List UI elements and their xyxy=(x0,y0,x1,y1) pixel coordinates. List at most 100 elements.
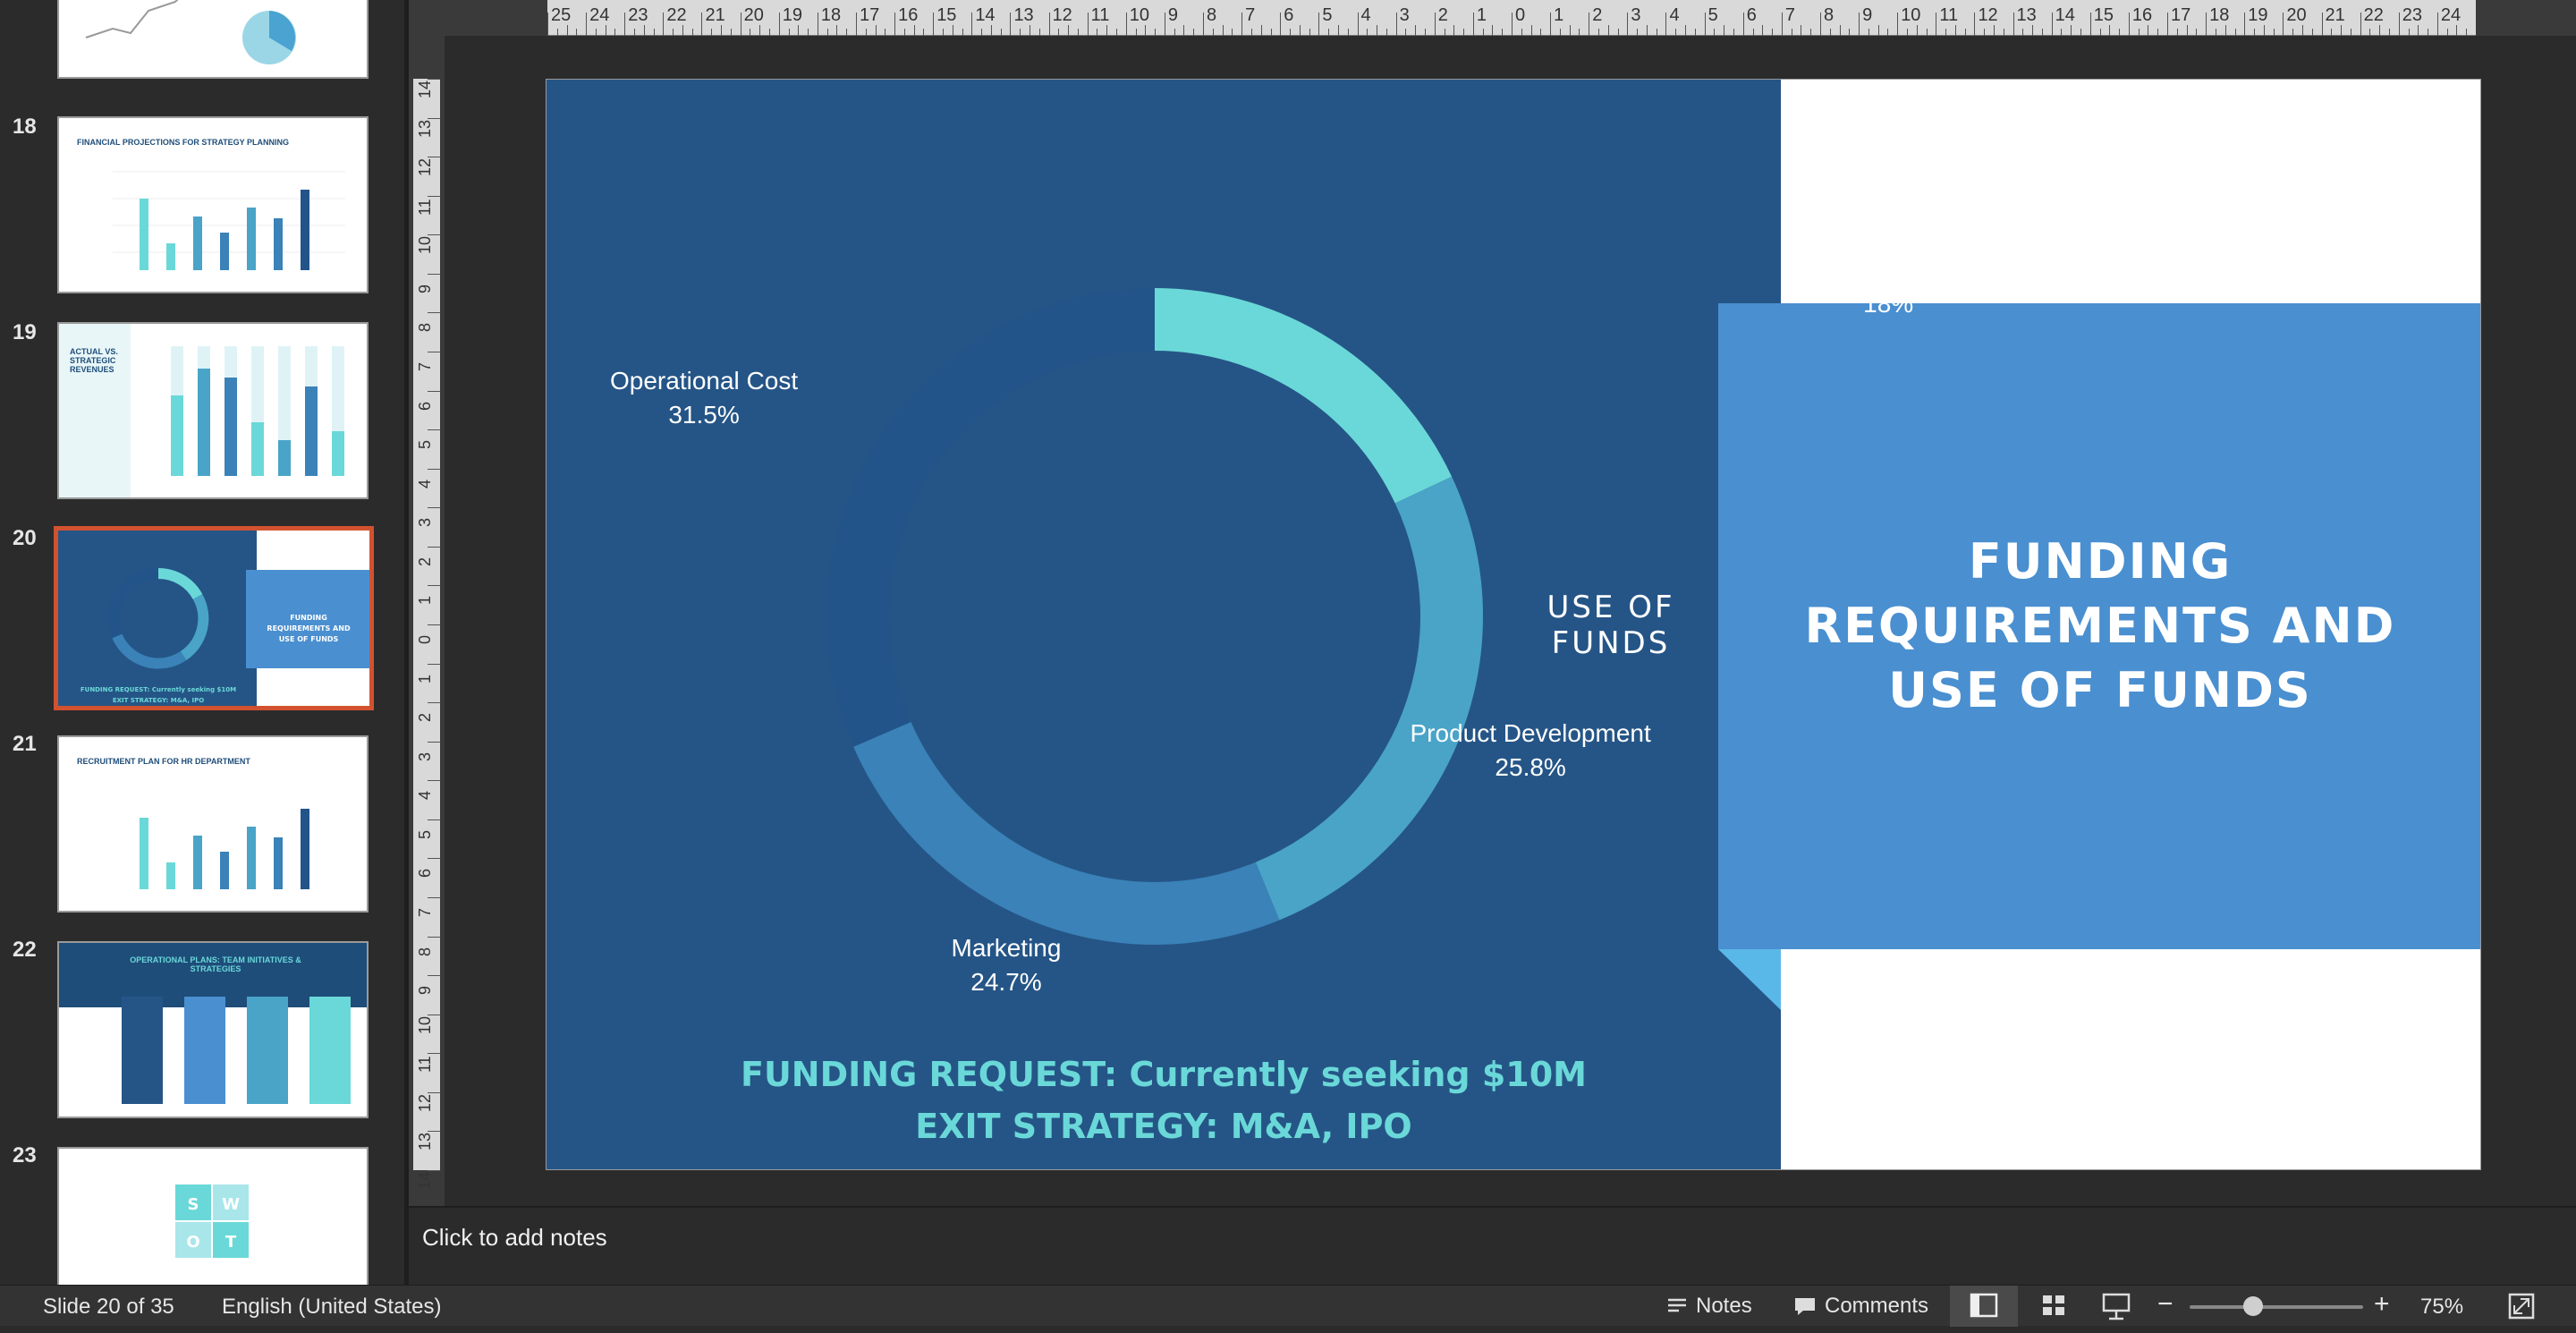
ruler-minor-tick xyxy=(981,29,983,36)
donut-slice-marketing[interactable] xyxy=(853,721,1280,945)
slide-sorter-button[interactable] xyxy=(2029,1286,2080,1327)
ruler-tick-label: 8 xyxy=(416,323,434,333)
slide-thumbnail-17[interactable] xyxy=(57,0,369,79)
status-bar: Slide 20 of 35 English (United States) N… xyxy=(0,1285,2576,1327)
notes-pane[interactable]: Click to add notes xyxy=(409,1206,2576,1285)
notes-button[interactable]: Notes xyxy=(1665,1289,1752,1323)
ruler-minor-tick xyxy=(673,29,674,36)
ruler-tick xyxy=(1203,13,1205,36)
ruler-tick-label: 14 xyxy=(416,80,434,98)
ruler-tick-label: 6 xyxy=(416,401,434,411)
zoom-slider[interactable] xyxy=(2190,1305,2363,1309)
ruler-tick xyxy=(2167,13,2169,36)
ruler-tick-label: 2 xyxy=(416,713,434,723)
ruler-minor-tick xyxy=(808,29,809,36)
ruler-minor-tick xyxy=(1752,29,1754,36)
normal-view-icon xyxy=(1970,1293,1998,1318)
ruler-tick xyxy=(2051,13,2053,36)
exit-strategy-text[interactable]: EXIT STRATEGY: M&A, IPO xyxy=(547,1107,1781,1146)
ruler-minor-tick xyxy=(2292,29,2294,36)
ruler-minor-tick xyxy=(885,29,886,36)
slide-thumbnail-19[interactable]: ACTUAL VS. STRATEGIC REVENUES xyxy=(57,322,369,499)
ruler-tick-label: 17 xyxy=(859,5,880,25)
donut-slice-operational-cost[interactable] xyxy=(826,288,1155,747)
ruler-minor-tick xyxy=(1405,29,1407,36)
ruler-tick-label: 11 xyxy=(1939,5,1959,25)
ruler-tick xyxy=(2012,13,2014,36)
svg-text:REQUIREMENTS AND: REQUIREMENTS AND xyxy=(267,624,351,633)
zoom-slider-handle[interactable] xyxy=(2243,1296,2263,1316)
ruler-tick xyxy=(586,13,588,36)
ruler-minor-tick xyxy=(1646,25,1648,36)
ruler-minor-tick xyxy=(942,29,944,36)
ruler-tick-label: 7 xyxy=(416,361,434,371)
funding-request-text[interactable]: FUNDING REQUEST: Currently seeking $10M xyxy=(547,1055,1781,1094)
ruler-minor-tick xyxy=(1877,25,1879,36)
ruler-tick xyxy=(855,13,857,36)
ruler-minor-tick xyxy=(1733,29,1734,36)
ruler-tick-label: 3 xyxy=(1399,5,1410,25)
donut-center-label: USE OF FUNDS xyxy=(1546,590,1675,661)
slide-thumbnail-21[interactable]: RECRUITMENT PLAN FOR HR DEPARTMENT xyxy=(57,735,369,913)
thumbnail-column xyxy=(247,997,288,1104)
zoom-in-button[interactable]: + xyxy=(2374,1289,2390,1320)
ruler-tick-label: 6 xyxy=(1284,5,1294,25)
slide-thumbnail-23[interactable]: S W O T xyxy=(57,1147,369,1285)
donut-slice-key-hires[interactable] xyxy=(1155,288,1453,504)
slide-number-18: 18 xyxy=(13,115,37,139)
ruler-minor-tick xyxy=(2176,29,2178,36)
donut-slice-product-development[interactable] xyxy=(1255,476,1483,921)
comments-button-label: Comments xyxy=(1825,1294,1929,1318)
ruler-minor-tick xyxy=(1887,29,1889,36)
ruler-minor-tick xyxy=(1810,29,1812,36)
ruler-tick-label: 9 xyxy=(416,284,434,293)
slideshow-button[interactable] xyxy=(2091,1286,2143,1327)
ruler-tick-label: 20 xyxy=(743,5,764,25)
zoom-out-button[interactable]: − xyxy=(2157,1289,2174,1320)
ruler-minor-tick xyxy=(1106,25,1108,36)
svg-text:EXIT STRATEGY: M&A, IPO: EXIT STRATEGY: M&A, IPO xyxy=(113,697,204,704)
ruler-tick-label: 7 xyxy=(416,907,434,917)
ruler-minor-tick xyxy=(798,25,800,36)
slide-number-21: 21 xyxy=(13,732,37,756)
ruler-tick xyxy=(428,390,440,392)
ruler-minor-tick xyxy=(595,29,597,36)
ruler-minor-tick xyxy=(1839,25,1841,36)
ruler-tick xyxy=(428,663,440,665)
ruler-minor-tick xyxy=(1984,29,1986,36)
ruler-tick xyxy=(1704,13,1706,36)
notes-placeholder[interactable]: Click to add notes xyxy=(422,1224,607,1252)
normal-view-button[interactable] xyxy=(1950,1286,2018,1327)
ruler-minor-tick xyxy=(691,29,693,36)
zoom-level[interactable]: 75% xyxy=(2420,1295,2463,1320)
ruler-minor-tick xyxy=(1926,29,1928,36)
ruler-corner xyxy=(409,0,547,36)
fit-to-window-button[interactable] xyxy=(2499,1286,2544,1327)
ruler-minor-tick xyxy=(962,29,963,36)
ruler-tick xyxy=(1010,13,1012,36)
language-indicator[interactable]: English (United States) xyxy=(222,1295,441,1320)
ruler-minor-tick xyxy=(2186,25,2188,36)
ruler-minor-tick xyxy=(1868,29,1869,36)
slide-thumbnail-18[interactable]: FINANCIAL PROJECTIONS FOR STRATEGY PLANN… xyxy=(57,116,369,293)
slide-thumbnail-20[interactable]: FUNDING REQUIREMENTS AND USE OF FUNDS FU… xyxy=(54,526,374,710)
slide-thumbnail-22[interactable]: OPERATIONAL PLANS: TEAM INITIATIVES & ST… xyxy=(57,941,369,1118)
svg-text:S: S xyxy=(188,1195,199,1214)
ruler-minor-tick xyxy=(826,29,828,36)
comments-button[interactable]: Comments xyxy=(1792,1289,1928,1323)
ruler-tick xyxy=(1087,13,1089,36)
slide[interactable]: FUNDING REQUIREMENTS AND USE OF FUNDS US… xyxy=(546,79,2481,1170)
ruler-tick xyxy=(1819,13,1821,36)
ruler-tick-label: 4 xyxy=(1669,5,1680,25)
ruler-end xyxy=(2476,0,2576,36)
ruler-minor-tick xyxy=(1945,29,1947,36)
ruler-minor-tick xyxy=(1299,25,1301,36)
ruler-minor-tick xyxy=(2456,25,2458,36)
ruler-minor-tick xyxy=(1694,29,1696,36)
ruler-minor-tick xyxy=(2311,29,2313,36)
ruler-tick-label: 11 xyxy=(1090,5,1110,25)
slide-title[interactable]: FUNDING REQUIREMENTS AND USE OF FUNDS xyxy=(1718,303,2480,949)
ruler-tick xyxy=(1395,13,1397,36)
ruler-tick-label: 12 xyxy=(1052,5,1072,25)
ruler-tick xyxy=(1859,13,1860,36)
